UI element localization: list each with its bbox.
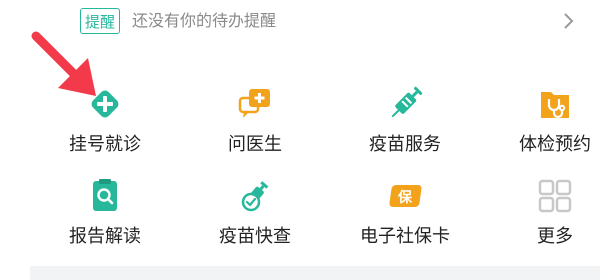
service-item-vaccine[interactable]: 疫苗服务 xyxy=(330,76,480,172)
divider-edge xyxy=(0,266,30,280)
chevron-right-icon[interactable] xyxy=(562,12,576,30)
service-item-social-security-card[interactable]: 保 电子社保卡 xyxy=(330,168,480,264)
report-search-icon xyxy=(93,179,117,211)
reminder-text: 还没有你的待办提醒 xyxy=(132,11,277,30)
chat-plus-icon xyxy=(238,89,270,118)
vaccine-check-icon xyxy=(241,181,269,212)
service-item-more[interactable]: 更多 xyxy=(480,168,600,264)
service-label: 问医生 xyxy=(228,134,282,155)
service-item-registration[interactable]: 挂号就诊 xyxy=(30,76,180,172)
service-label: 疫苗快查 xyxy=(219,226,291,247)
service-item-ask-doctor[interactable]: 问医生 xyxy=(180,76,330,172)
service-item-report[interactable]: 报告解读 xyxy=(30,168,180,264)
stethoscope-folder-icon xyxy=(541,92,569,119)
social-security-card-icon: 保 xyxy=(389,185,422,207)
service-label: 电子社保卡 xyxy=(360,226,450,247)
syringe-icon xyxy=(391,86,423,118)
service-label: 更多 xyxy=(537,226,573,247)
service-label: 挂号就诊 xyxy=(69,134,141,155)
more-grid-icon xyxy=(538,179,572,213)
medical-plus-icon xyxy=(91,90,119,118)
service-label: 疫苗服务 xyxy=(369,134,441,155)
service-item-checkup[interactable]: 体检预约 xyxy=(480,76,600,172)
service-label: 报告解读 xyxy=(69,226,141,247)
service-item-vaccine-check[interactable]: 疫苗快查 xyxy=(180,168,330,264)
svg-text:保: 保 xyxy=(397,189,413,206)
section-divider xyxy=(0,266,600,280)
service-label: 体检预约 xyxy=(519,134,591,155)
